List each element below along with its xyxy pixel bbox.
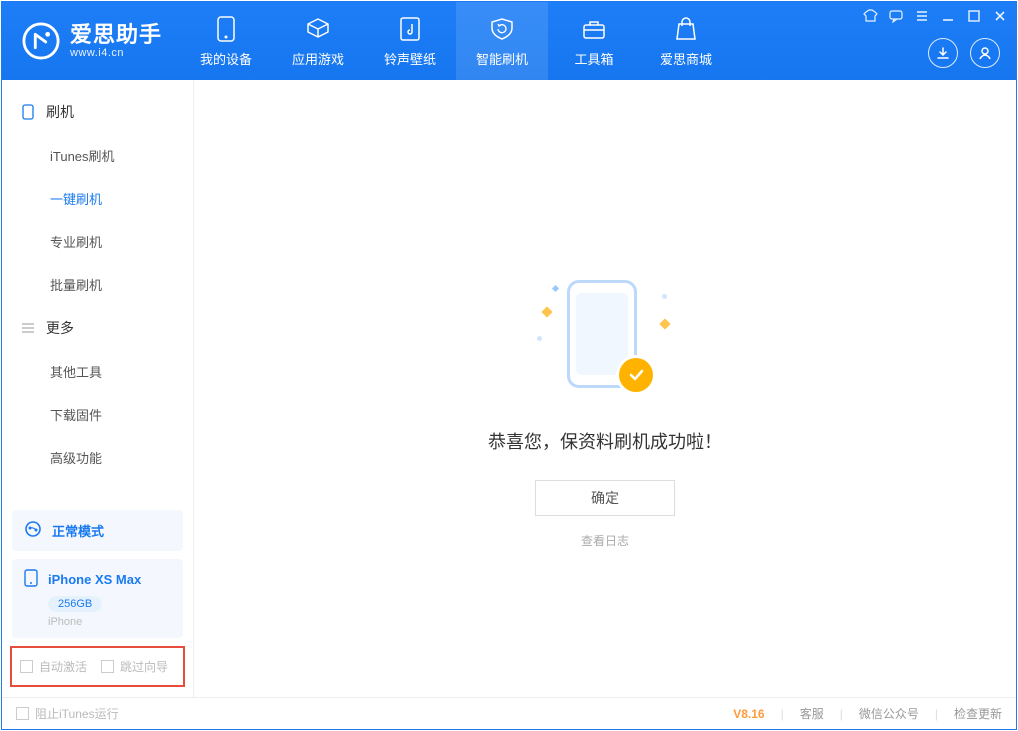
phone-small-icon (20, 104, 36, 120)
checkmark-badge-icon (619, 358, 653, 392)
main-content: 恭喜您，保资料刷机成功啦！ 确定 查看日志 (194, 80, 1016, 697)
sidebar-item-other-tools[interactable]: 其他工具 (2, 350, 193, 393)
sidebar-item-pro-flash[interactable]: 专业刷机 (2, 220, 193, 263)
view-log-link[interactable]: 查看日志 (581, 532, 629, 549)
device-type: iPhone (48, 616, 171, 628)
device-capacity: 256GB (48, 596, 102, 612)
device-card[interactable]: iPhone XS Max 256GB iPhone (12, 559, 183, 638)
sidebar-item-oneclick-flash[interactable]: 一键刷机 (2, 177, 193, 220)
checkbox-skip-guide[interactable]: 跳过向导 (101, 658, 168, 675)
success-illustration (535, 280, 675, 400)
toolbox-icon (581, 15, 607, 43)
music-file-icon (399, 15, 421, 43)
window-controls (862, 8, 1008, 24)
maximize-icon[interactable] (966, 8, 982, 24)
sidebar-group-more: 更多 (2, 306, 193, 350)
highlighted-options: 自动激活 跳过向导 (10, 646, 185, 687)
nav-ringtone-wallpaper[interactable]: 铃声壁纸 (364, 2, 456, 80)
sidebar-item-itunes-flash[interactable]: iTunes刷机 (2, 134, 193, 177)
mode-label: 正常模式 (52, 521, 104, 540)
ok-button[interactable]: 确定 (535, 480, 675, 516)
phone-icon (217, 15, 235, 43)
device-phone-icon (24, 569, 38, 590)
nav-toolbox[interactable]: 工具箱 (548, 2, 640, 80)
device-name: iPhone XS Max (48, 572, 141, 587)
feedback-icon[interactable] (888, 8, 904, 24)
download-icon[interactable] (928, 38, 958, 68)
top-nav: 我的设备 应用游戏 铃声壁纸 智能刷机 工具箱 爱思商城 (180, 2, 732, 80)
bag-icon (674, 15, 698, 43)
checkbox-block-itunes[interactable]: 阻止iTunes运行 (16, 705, 119, 722)
menu-icon[interactable] (914, 8, 930, 24)
app-name: 爱思助手 (70, 23, 162, 47)
nav-smart-flash[interactable]: 智能刷机 (456, 2, 548, 80)
checkbox-auto-activate[interactable]: 自动激活 (20, 658, 87, 675)
nav-apps-games[interactable]: 应用游戏 (272, 2, 364, 80)
minimize-icon[interactable] (940, 8, 956, 24)
check-update-link[interactable]: 检查更新 (954, 705, 1002, 722)
app-header: 爱思助手 www.i4.cn 我的设备 应用游戏 铃声壁纸 智能刷机 (2, 2, 1016, 80)
version-label: V8.16 (733, 707, 764, 721)
sidebar-item-batch-flash[interactable]: 批量刷机 (2, 263, 193, 306)
app-url: www.i4.cn (70, 47, 162, 59)
sidebar-item-advanced[interactable]: 高级功能 (2, 436, 193, 479)
mode-card[interactable]: 正常模式 (12, 510, 183, 551)
support-link[interactable]: 客服 (800, 705, 824, 722)
logo: 爱思助手 www.i4.cn (2, 2, 180, 80)
sidebar-group-flash: 刷机 (2, 90, 193, 134)
list-icon (20, 320, 36, 336)
wechat-link[interactable]: 微信公众号 (859, 705, 919, 722)
success-message: 恭喜您，保资料刷机成功啦！ (488, 428, 722, 454)
close-icon[interactable] (992, 8, 1008, 24)
status-bar: 阻止iTunes运行 V8.16 | 客服 | 微信公众号 | 检查更新 (2, 697, 1016, 729)
user-icon[interactable] (970, 38, 1000, 68)
nav-my-device[interactable]: 我的设备 (180, 2, 272, 80)
nav-store[interactable]: 爱思商城 (640, 2, 732, 80)
cube-icon (305, 15, 331, 43)
sidebar-item-download-firmware[interactable]: 下载固件 (2, 393, 193, 436)
mode-icon (24, 520, 42, 541)
tshirt-icon[interactable] (862, 8, 878, 24)
refresh-shield-icon (489, 15, 515, 43)
sidebar: 刷机 iTunes刷机 一键刷机 专业刷机 批量刷机 更多 其他工具 下载固件 … (2, 80, 194, 697)
app-logo-icon (22, 22, 60, 60)
